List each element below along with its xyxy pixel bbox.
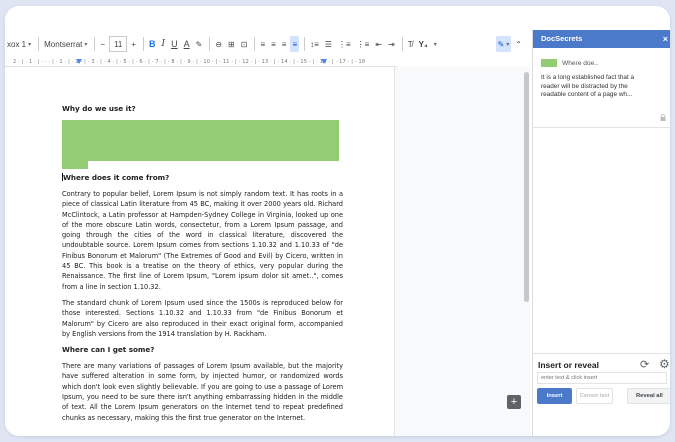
left-indent-marker[interactable] <box>76 59 82 64</box>
pencil-icon: ✎ <box>497 39 505 49</box>
font-family-select[interactable]: Montserrat ▾ <box>42 36 89 52</box>
heading-where-from: Where does it come from? <box>62 173 343 183</box>
sidebar-title: DocSecrets <box>541 34 583 43</box>
sidebar-header: DocSecrets × <box>533 30 670 48</box>
text-color-button[interactable]: A <box>182 36 192 52</box>
divider <box>533 353 670 354</box>
heading-why: Why do we use it? <box>62 104 136 113</box>
add-button[interactable]: + <box>507 395 521 409</box>
italic-button[interactable]: I <box>160 36 168 52</box>
collapse-toolbar-icon[interactable]: ⌃ <box>513 36 524 52</box>
bold-button[interactable]: B <box>147 36 158 52</box>
chevron-down-icon: ▾ <box>84 41 88 48</box>
censored-block[interactable] <box>62 120 339 161</box>
secret-item-label: Where doe.. <box>562 59 598 67</box>
green-swatch <box>541 59 557 67</box>
image-icon[interactable]: ⊡ <box>239 36 250 52</box>
divider <box>94 37 96 51</box>
ruler-numbers: 2 · | · 1 · | · · · | · 1 · | · 2 · | · … <box>13 59 366 65</box>
lock-icon[interactable] <box>660 114 666 121</box>
font-size-increase-button[interactable]: + <box>129 36 138 52</box>
link-icon[interactable]: ⊖ <box>213 36 224 52</box>
chevron-down-icon: ▾ <box>28 41 32 48</box>
font-family-label: Montserrat <box>44 39 83 49</box>
align-right-icon[interactable]: ≡ <box>280 36 289 52</box>
font-size-decrease-button[interactable]: − <box>98 36 107 52</box>
document-body[interactable]: Why do we use it? Where does it come fro… <box>62 104 343 429</box>
checklist-icon[interactable]: ☰ <box>323 36 334 52</box>
insert-reveal-title: Insert or reveal <box>538 360 599 370</box>
comment-icon[interactable]: ⊞ <box>226 36 237 52</box>
formatting-toolbar: xox 1 ▾ Montserrat ▾ − 11 + B I U A ✎ ⊖ ⊞ … <box>5 30 530 58</box>
reveal-all-button[interactable]: Reveal all <box>627 388 670 404</box>
underline-button[interactable]: U <box>169 36 180 52</box>
bulleted-list-icon[interactable]: ⋮≡ <box>336 36 353 52</box>
secret-item-description: It is a long established fact that a rea… <box>541 74 635 99</box>
heading-where-from-text: Where does it come from? <box>63 173 170 182</box>
paragraph: The standard chunk of Lorem Ipsum used s… <box>62 298 343 338</box>
document-page[interactable]: Why do we use it? Where does it come fro… <box>5 67 395 436</box>
heading-where-get: Where can I get some? <box>62 345 155 355</box>
divider <box>533 127 670 128</box>
indent-decrease-icon[interactable]: ⇤ <box>373 36 384 52</box>
highlight-icon[interactable]: ✎ <box>194 36 205 52</box>
ruler[interactable]: 2 · | · 1 · | · · · | · 1 · | · 2 · | · … <box>5 58 397 67</box>
clear-formatting-icon[interactable]: T̸ <box>406 36 415 52</box>
close-icon[interactable]: × <box>663 30 668 48</box>
divider <box>254 37 256 51</box>
gear-icon[interactable]: ⚙ <box>659 357 670 371</box>
secret-list-item[interactable]: Where doe.. <box>541 59 662 67</box>
app-window: xox 1 ▾ Montserrat ▾ − 11 + B I U A ✎ ⊖ ⊞ … <box>5 6 670 436</box>
right-indent-marker[interactable] <box>321 59 327 64</box>
paragraph: Contrary to popular belief, Lorem Ipsum … <box>62 190 343 291</box>
edit-mode-button[interactable]: ✎ ▾ <box>495 36 512 52</box>
numbered-list-icon[interactable]: ⋮≡ <box>355 36 372 52</box>
chevron-down-icon[interactable]: ▾ <box>434 41 437 48</box>
align-center-icon[interactable]: ≡ <box>269 36 278 52</box>
style-select[interactable]: xox 1 ▾ <box>5 36 33 52</box>
align-left-icon[interactable]: ≡ <box>258 36 267 52</box>
secret-text-input[interactable] <box>537 372 667 384</box>
align-justify-icon[interactable]: ≡ <box>290 36 300 52</box>
divider <box>304 37 306 51</box>
line-spacing-icon[interactable]: ↕≡ <box>308 36 321 52</box>
font-size-input[interactable]: 11 <box>109 36 128 52</box>
censored-block-tab <box>62 161 88 169</box>
document-canvas: Why do we use it? Where does it come fro… <box>5 67 530 436</box>
divider <box>209 37 211 51</box>
document-scrollbar[interactable] <box>524 72 529 302</box>
divider <box>143 37 145 51</box>
refresh-icon[interactable]: ⟳ <box>640 358 649 371</box>
paragraph: There are many variations of passages of… <box>62 362 343 422</box>
censor-text-button[interactable]: Censor text <box>576 388 613 404</box>
insert-button[interactable]: Insert <box>537 388 572 404</box>
divider <box>38 37 40 51</box>
indent-increase-icon[interactable]: ⇥ <box>386 36 397 52</box>
style-label: xox 1 <box>7 39 27 49</box>
divider <box>401 37 403 51</box>
docsecrets-sidebar: DocSecrets × Where doe.. It is a long es… <box>532 30 670 436</box>
special-chars-button[interactable]: Y₄ <box>417 36 430 52</box>
chevron-down-icon: ▾ <box>506 41 510 48</box>
